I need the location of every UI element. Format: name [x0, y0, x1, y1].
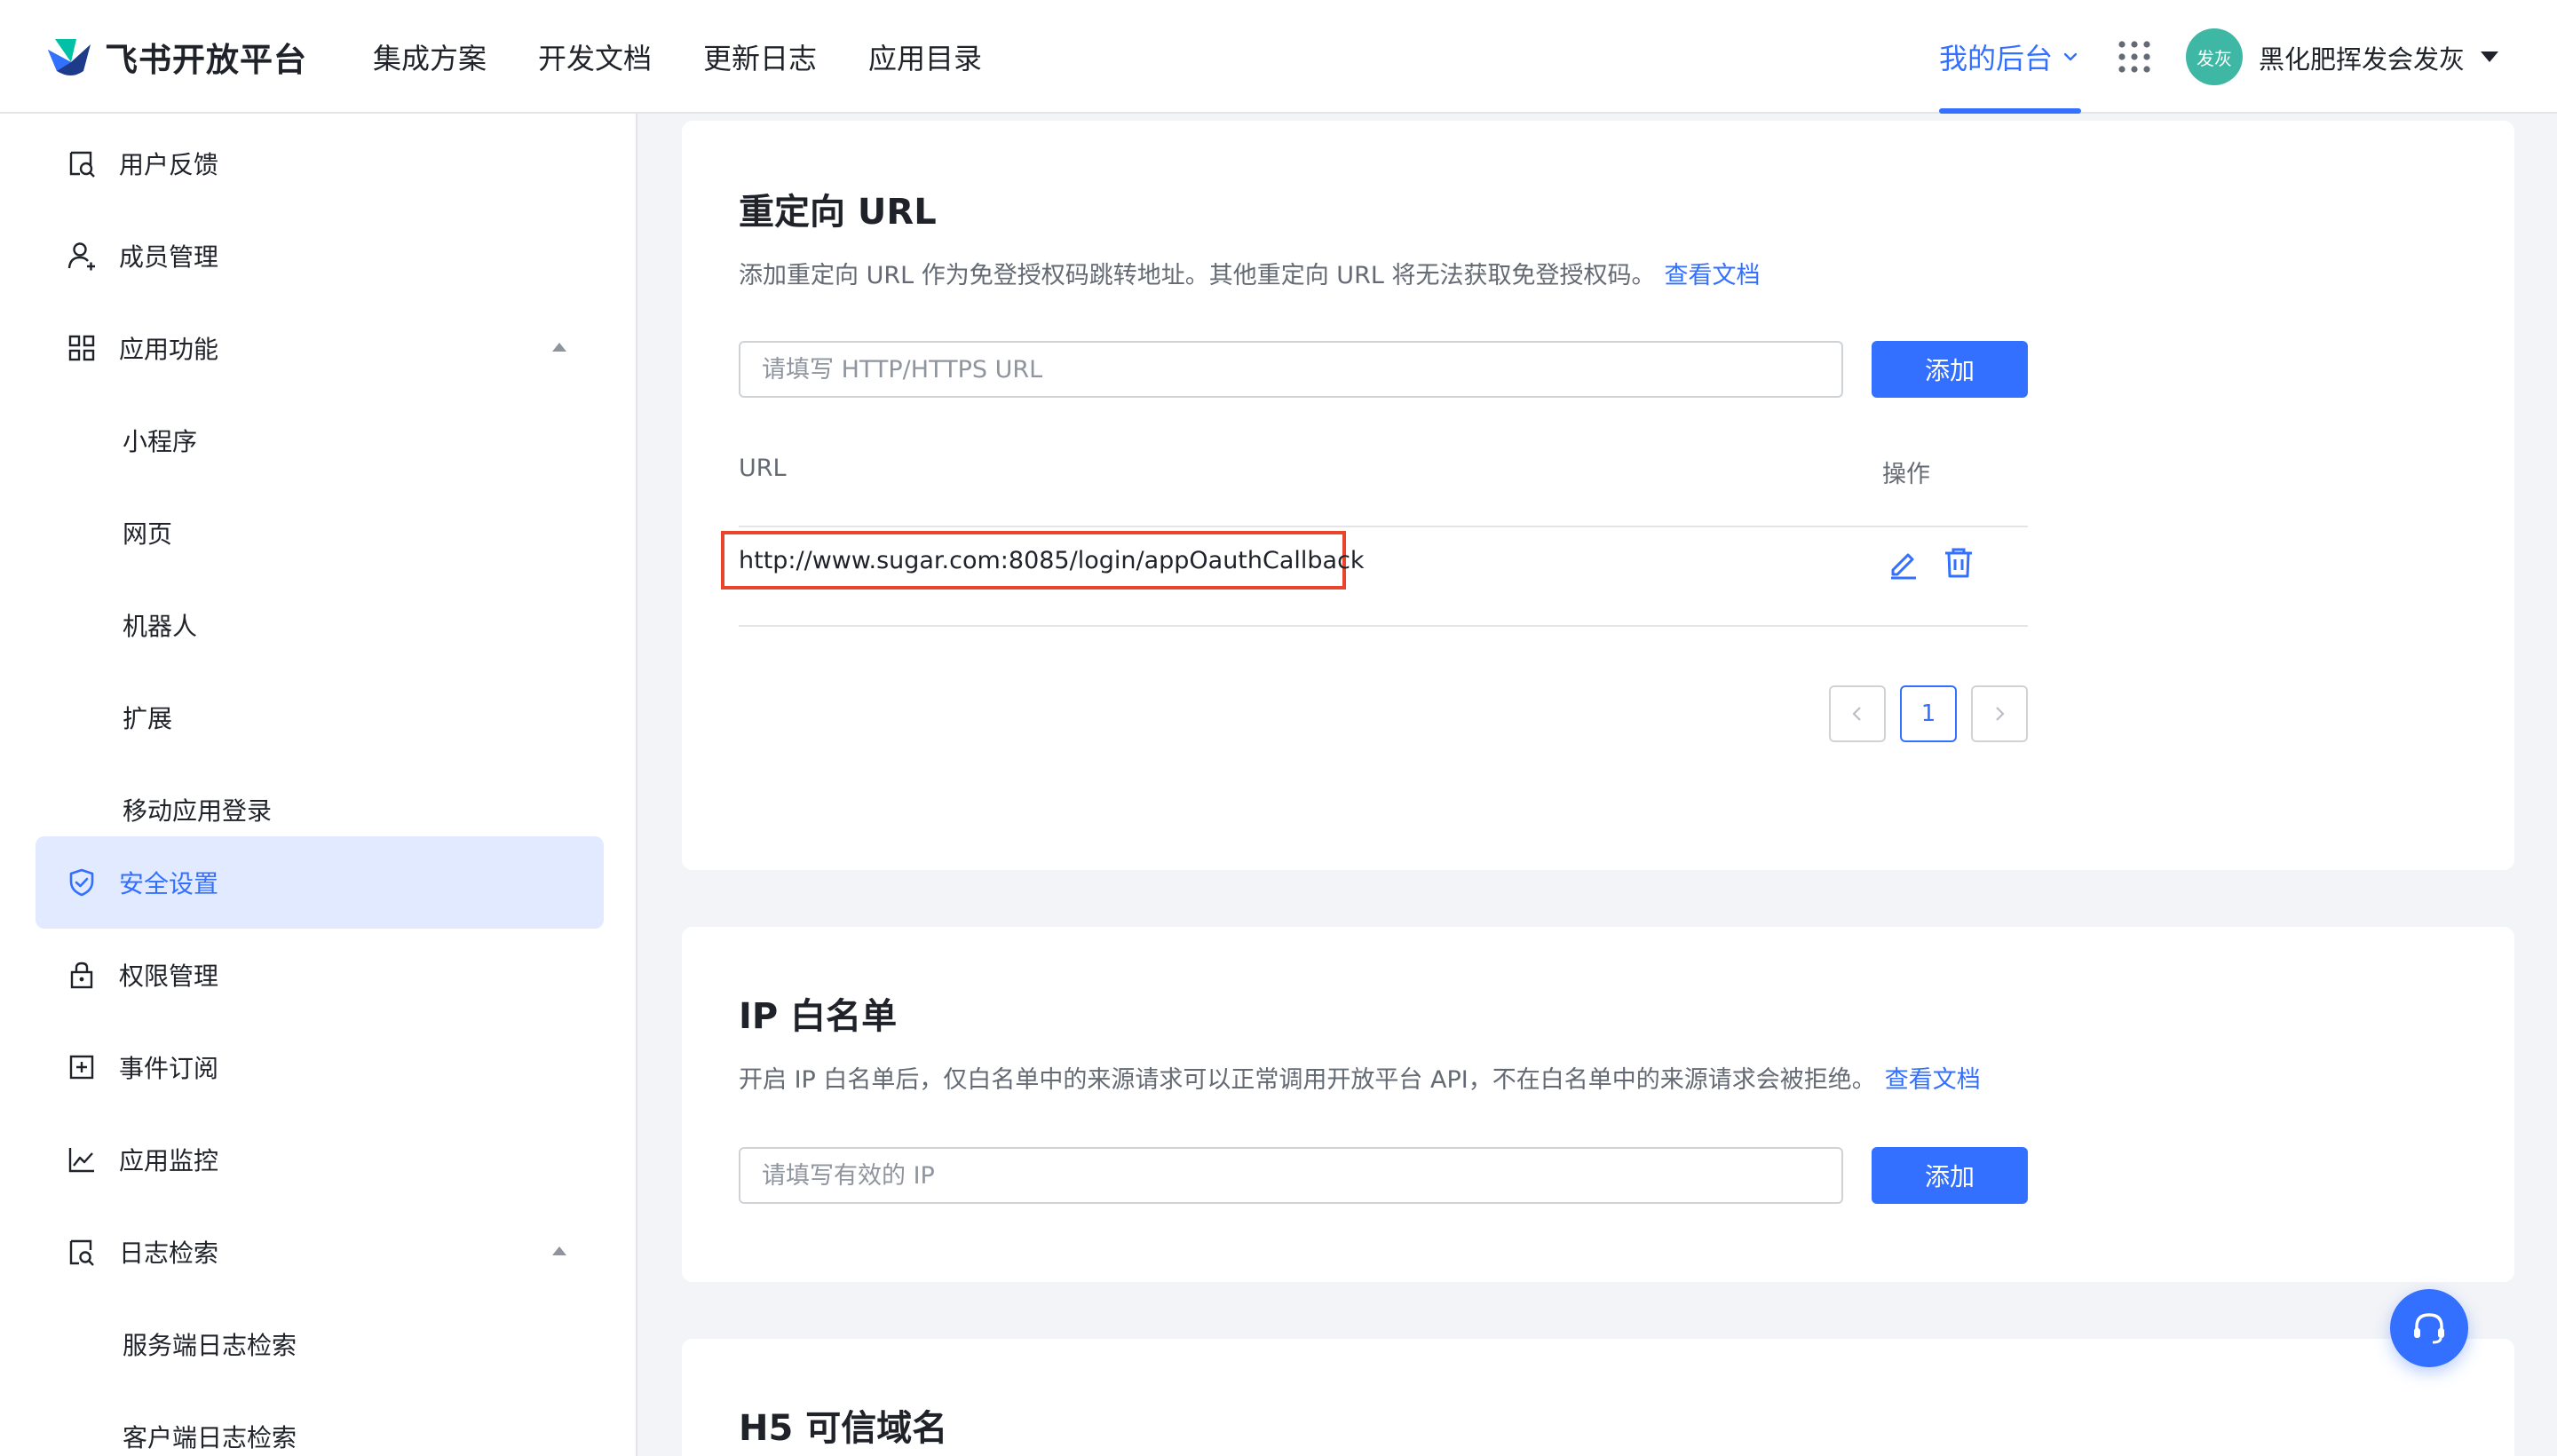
h5-trusted-domain-title: H5 可信域名	[739, 1408, 948, 1449]
chevron-left-icon	[1852, 707, 1861, 721]
sidebar-item-label: 客户端日志检索	[123, 1423, 297, 1452]
shield-icon	[69, 868, 94, 897]
active-tab-underline	[1939, 108, 2081, 114]
sidebar-item-label: 日志检索	[119, 1238, 219, 1268]
sidebar-item-label: 应用功能	[119, 335, 219, 364]
sidebar-item-label: 应用监控	[119, 1146, 219, 1175]
table-row-divider	[739, 625, 2028, 627]
sidebar-item-label: 安全设置	[119, 869, 219, 898]
edit-icon[interactable]	[1886, 545, 1921, 581]
ip-whitelist-add-button[interactable]: 添加	[1872, 1147, 2028, 1204]
lock-icon	[70, 961, 93, 989]
feedback-icon	[69, 151, 95, 178]
sidebar-item-label: 事件订阅	[119, 1054, 219, 1083]
main-nav: 集成方案 开发文档 更新日志 应用目录	[373, 0, 1033, 114]
pagination-page-1[interactable]: 1	[1900, 685, 1957, 742]
caret-up-icon[interactable]	[550, 1243, 568, 1257]
sidebar-item-security-settings[interactable]: 安全设置	[36, 836, 604, 929]
sidebar-item-label: 小程序	[123, 427, 198, 456]
user-name[interactable]: 黑化肥挥发会发灰	[2259, 39, 2465, 76]
pagination-next-button[interactable]	[1971, 685, 2028, 742]
sidebar-item-web-page[interactable]: 网页	[36, 487, 604, 579]
ip-whitelist-description: 开启 IP 白名单后，仅白名单中的来源请求可以正常调用开放平台 API，不在白名…	[739, 1060, 1981, 1095]
chart-line-icon	[68, 1148, 94, 1173]
grid-icon	[68, 335, 95, 361]
log-search-icon	[69, 1239, 94, 1266]
ip-whitelist-description-text: 开启 IP 白名单后，仅白名单中的来源请求可以正常调用开放平台 API，不在白名…	[739, 1066, 1876, 1094]
column-header-url: URL	[739, 455, 787, 482]
chevron-down-icon	[2063, 52, 2078, 61]
sidebar-item-label: 机器人	[123, 612, 198, 641]
chevron-right-icon	[1996, 707, 2005, 721]
sidebar-item-label: 用户反馈	[119, 150, 219, 179]
caret-down-icon[interactable]	[2479, 48, 2500, 66]
sidebar-item-label: 网页	[123, 519, 173, 549]
sidebar-item-extension[interactable]: 扩展	[36, 671, 604, 764]
sidebar: 用户反馈 成员管理 应用功能 小程序 网页 机器人 扩展 移动应用登录 安全设置…	[0, 114, 637, 1456]
sidebar-item-label: 服务端日志检索	[123, 1331, 297, 1360]
customer-service-button[interactable]	[2390, 1289, 2468, 1367]
headset-icon	[2414, 1313, 2444, 1344]
redirect-url-value: http://www.sugar.com:8085/login/appOauth…	[739, 547, 1365, 574]
sidebar-item-user-feedback[interactable]: 用户反馈	[36, 117, 604, 210]
redirect-url-title: 重定向 URL	[739, 192, 937, 233]
sidebar-item-event-subscription[interactable]: 事件订阅	[36, 1021, 604, 1113]
my-console-menu[interactable]: 我的后台	[1939, 0, 2079, 114]
brand-name: 飞书开放平台	[105, 41, 307, 79]
pagination-prev-button[interactable]	[1829, 685, 1886, 742]
brand-logo[interactable]: 飞书开放平台	[44, 32, 307, 82]
redirect-url-doc-link[interactable]: 查看文档	[1664, 262, 1760, 289]
feishu-logo-icon	[48, 39, 91, 75]
sidebar-item-app-monitoring[interactable]: 应用监控	[36, 1113, 604, 1206]
redirect-url-description-text: 添加重定向 URL 作为免登授权码跳转地址。其他重定向 URL 将无法获取免登授…	[739, 262, 1656, 289]
sidebar-item-label: 扩展	[123, 704, 173, 733]
top-navigation-bar: 飞书开放平台 集成方案 开发文档 更新日志 应用目录 我的后台 发灰 黑化肥挥发…	[0, 0, 2557, 114]
sidebar-item-permission-management[interactable]: 权限管理	[36, 929, 604, 1021]
my-console-label: 我的后台	[1939, 42, 2054, 75]
sidebar-item-member-management[interactable]: 成员管理	[36, 210, 604, 302]
event-icon	[69, 1055, 94, 1080]
delete-trash-icon[interactable]	[1941, 545, 1976, 581]
redirect-url-description: 添加重定向 URL 作为免登授权码跳转地址。其他重定向 URL 将无法获取免登授…	[739, 256, 1760, 290]
nav-changelog[interactable]: 更新日志	[703, 36, 817, 77]
nav-app-directory[interactable]: 应用目录	[868, 36, 982, 77]
redirect-url-add-button[interactable]: 添加	[1872, 341, 2028, 398]
ip-whitelist-title: IP 白名单	[739, 996, 898, 1037]
nav-developer-docs[interactable]: 开发文档	[538, 36, 652, 77]
sidebar-item-mini-program[interactable]: 小程序	[36, 394, 604, 487]
sidebar-item-log-search[interactable]: 日志检索	[36, 1206, 604, 1298]
redirect-url-input[interactable]	[739, 341, 1843, 398]
sidebar-item-label: 权限管理	[119, 961, 219, 991]
ip-whitelist-card: IP 白名单 开启 IP 白名单后，仅白名单中的来源请求可以正常调用开放平台 A…	[682, 927, 2514, 1282]
nav-integration-solutions[interactable]: 集成方案	[373, 36, 487, 77]
sidebar-item-label: 成员管理	[119, 242, 219, 272]
table-header-divider	[739, 526, 2028, 527]
sidebar-item-bot[interactable]: 机器人	[36, 579, 604, 671]
sidebar-item-label: 移动应用登录	[123, 796, 273, 826]
ip-whitelist-doc-link[interactable]: 查看文档	[1885, 1066, 1981, 1094]
app-launcher-grid-icon[interactable]	[2117, 39, 2152, 75]
redirect-url-card: 重定向 URL 添加重定向 URL 作为免登授权码跳转地址。其他重定向 URL …	[682, 121, 2514, 870]
ip-whitelist-input[interactable]	[739, 1147, 1843, 1204]
sidebar-item-client-log-search[interactable]: 客户端日志检索	[36, 1390, 604, 1456]
sidebar-item-server-log-search[interactable]: 服务端日志检索	[36, 1298, 604, 1390]
user-icon	[67, 242, 95, 271]
caret-up-icon[interactable]	[550, 339, 568, 353]
sidebar-item-app-features[interactable]: 应用功能	[36, 302, 604, 394]
column-header-operations: 操作	[1882, 461, 1930, 488]
user-avatar[interactable]: 发灰	[2186, 28, 2243, 85]
h5-trusted-domain-card: H5 可信域名	[682, 1339, 2514, 1456]
